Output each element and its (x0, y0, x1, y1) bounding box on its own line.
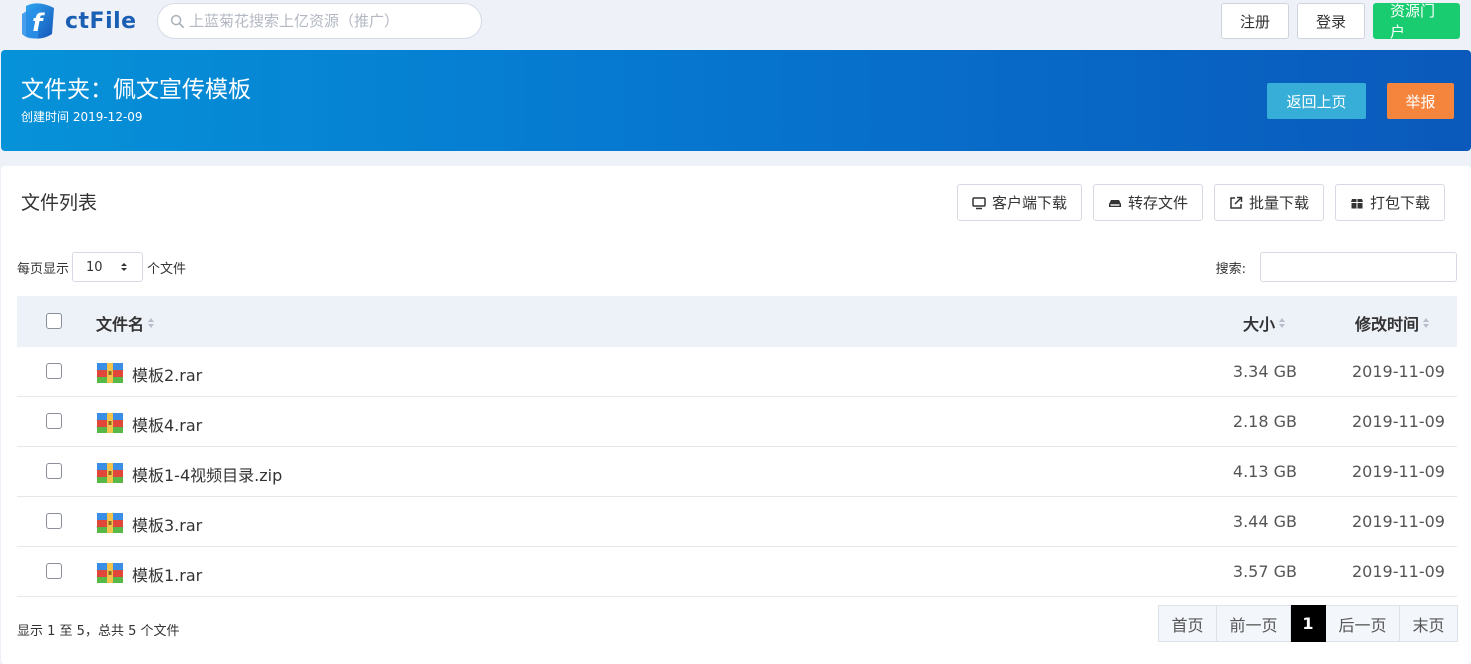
file-size: 3.44 GB (1232, 512, 1297, 531)
pack-download-button[interactable]: 打包下载 (1334, 184, 1445, 221)
column-modified-header[interactable]: 修改时间 (1355, 311, 1430, 335)
folder-title: 文件夹：佩文宣传模板 (21, 77, 251, 103)
folder-banner: 文件夹：佩文宣传模板 创建时间 2019-12-09 返回上页 举报 (1, 50, 1471, 151)
file-search-label: 搜索: (1215, 261, 1246, 277)
external-link-icon (1230, 196, 1243, 209)
table-header: 文件名 大小 修改时间 (17, 296, 1457, 347)
per-page-suffix: 个文件 (147, 261, 187, 277)
archive-box-icon (1350, 198, 1363, 208)
save-files-button[interactable]: 转存文件 (1092, 184, 1203, 221)
file-modified-time: 2019-11-09 (1352, 362, 1445, 381)
file-name-link[interactable]: 模板2.rar (132, 362, 202, 386)
sort-icon (1279, 318, 1286, 328)
prev-page-button[interactable]: 前一页 (1217, 605, 1291, 642)
file-modified-time: 2019-11-09 (1352, 462, 1445, 481)
logo-text: ctFile (65, 8, 137, 34)
current-page-button[interactable]: 1 (1291, 605, 1326, 642)
save-files-label: 转存文件 (1127, 194, 1188, 212)
batch-download-button[interactable]: 批量下载 (1213, 184, 1324, 221)
folder-created-time: 创建时间 2019-12-09 (21, 110, 143, 124)
search-icon (170, 14, 184, 28)
first-page-button[interactable]: 首页 (1158, 605, 1217, 642)
table-row: 模板3.rar 3.44 GB 2019-11-09 (17, 497, 1457, 547)
file-table: 文件名 大小 修改时间 模板2.rar 3.34 GB 2019-11-09 模… (17, 296, 1457, 597)
archive-file-icon (97, 513, 123, 533)
file-name-link[interactable]: 模板4.rar (132, 412, 202, 436)
file-modified-time: 2019-11-09 (1352, 562, 1445, 581)
column-name-header[interactable]: 文件名 (96, 311, 155, 335)
archive-file-icon (97, 413, 123, 433)
table-row: 模板4.rar 2.18 GB 2019-11-09 (17, 397, 1457, 447)
top-bar: f ctFile 注册 登录 资源门户 (0, 0, 1471, 44)
drive-icon (1108, 199, 1121, 207)
file-name-link[interactable]: 模板3.rar (132, 512, 202, 536)
file-size: 3.34 GB (1232, 362, 1297, 381)
register-button[interactable]: 注册 (1221, 3, 1289, 39)
file-name-link[interactable]: 模板1-4视频目录.zip (132, 462, 282, 486)
row-checkbox[interactable] (46, 563, 62, 579)
per-page-prefix: 每页显示 (17, 261, 70, 277)
select-arrows-icon (121, 263, 128, 271)
select-all-checkbox[interactable] (46, 313, 62, 329)
archive-file-icon (97, 463, 123, 483)
next-page-button[interactable]: 后一页 (1326, 605, 1400, 642)
logo[interactable]: f ctFile (18, 0, 137, 42)
file-size: 2.18 GB (1232, 412, 1297, 431)
archive-file-icon (97, 363, 123, 383)
column-name-label: 文件名 (96, 315, 145, 334)
file-toolbar: 客户端下载 转存文件 批量下载 打包下载 (956, 184, 1445, 221)
page-size-control: 每页显示 10 个文件 (17, 252, 186, 282)
search-input[interactable] (189, 12, 479, 30)
column-modified-label: 修改时间 (1355, 315, 1420, 334)
sort-icon (1423, 318, 1430, 328)
file-list-card: 文件列表 客户端下载 转存文件 批量下载 打包下载 每页显示 10 个文件 搜索… (1, 166, 1471, 664)
back-button[interactable]: 返回上页 (1267, 83, 1366, 119)
table-row: 模板1-4视频目录.zip 4.13 GB 2019-11-09 (17, 447, 1457, 497)
pagination: 首页 前一页 1 后一页 末页 (1158, 605, 1458, 642)
monitor-icon (972, 196, 986, 209)
client-download-label: 客户端下载 (991, 194, 1067, 212)
account-buttons: 注册 登录 资源门户 (1221, 2, 1460, 41)
sort-icon (148, 318, 155, 328)
pack-download-label: 打包下载 (1369, 194, 1430, 212)
login-button[interactable]: 登录 (1297, 3, 1365, 39)
file-search-input[interactable] (1260, 252, 1457, 282)
pagination-info: 显示 1 至 5，总共 5 个文件 (17, 624, 180, 639)
page-size-select[interactable]: 10 (72, 252, 144, 282)
file-name-link[interactable]: 模板1.rar (132, 562, 202, 586)
page-size-value: 10 (86, 259, 103, 275)
resource-portal-button[interactable]: 资源门户 (1373, 2, 1460, 41)
row-checkbox[interactable] (46, 413, 62, 429)
report-button[interactable]: 举报 (1387, 83, 1454, 119)
row-checkbox[interactable] (46, 513, 62, 529)
file-list-title: 文件列表 (21, 192, 98, 214)
ctfile-logo-icon: f (22, 3, 54, 39)
file-search: 搜索: (1216, 252, 1457, 282)
archive-file-icon (97, 563, 123, 583)
file-size: 3.57 GB (1232, 562, 1297, 581)
client-download-button[interactable]: 客户端下载 (956, 184, 1082, 221)
file-modified-time: 2019-11-09 (1352, 412, 1445, 431)
table-row: 模板2.rar 3.34 GB 2019-11-09 (17, 347, 1457, 397)
file-size: 4.13 GB (1232, 462, 1297, 481)
file-modified-time: 2019-11-09 (1352, 512, 1445, 531)
batch-download-label: 批量下载 (1248, 194, 1309, 212)
column-size-label: 大小 (1243, 315, 1276, 334)
search-bar[interactable] (157, 3, 482, 39)
table-row: 模板1.rar 3.57 GB 2019-11-09 (17, 547, 1457, 597)
last-page-button[interactable]: 末页 (1400, 605, 1458, 642)
column-size-header[interactable]: 大小 (1243, 311, 1286, 335)
row-checkbox[interactable] (46, 463, 62, 479)
row-checkbox[interactable] (46, 363, 62, 379)
